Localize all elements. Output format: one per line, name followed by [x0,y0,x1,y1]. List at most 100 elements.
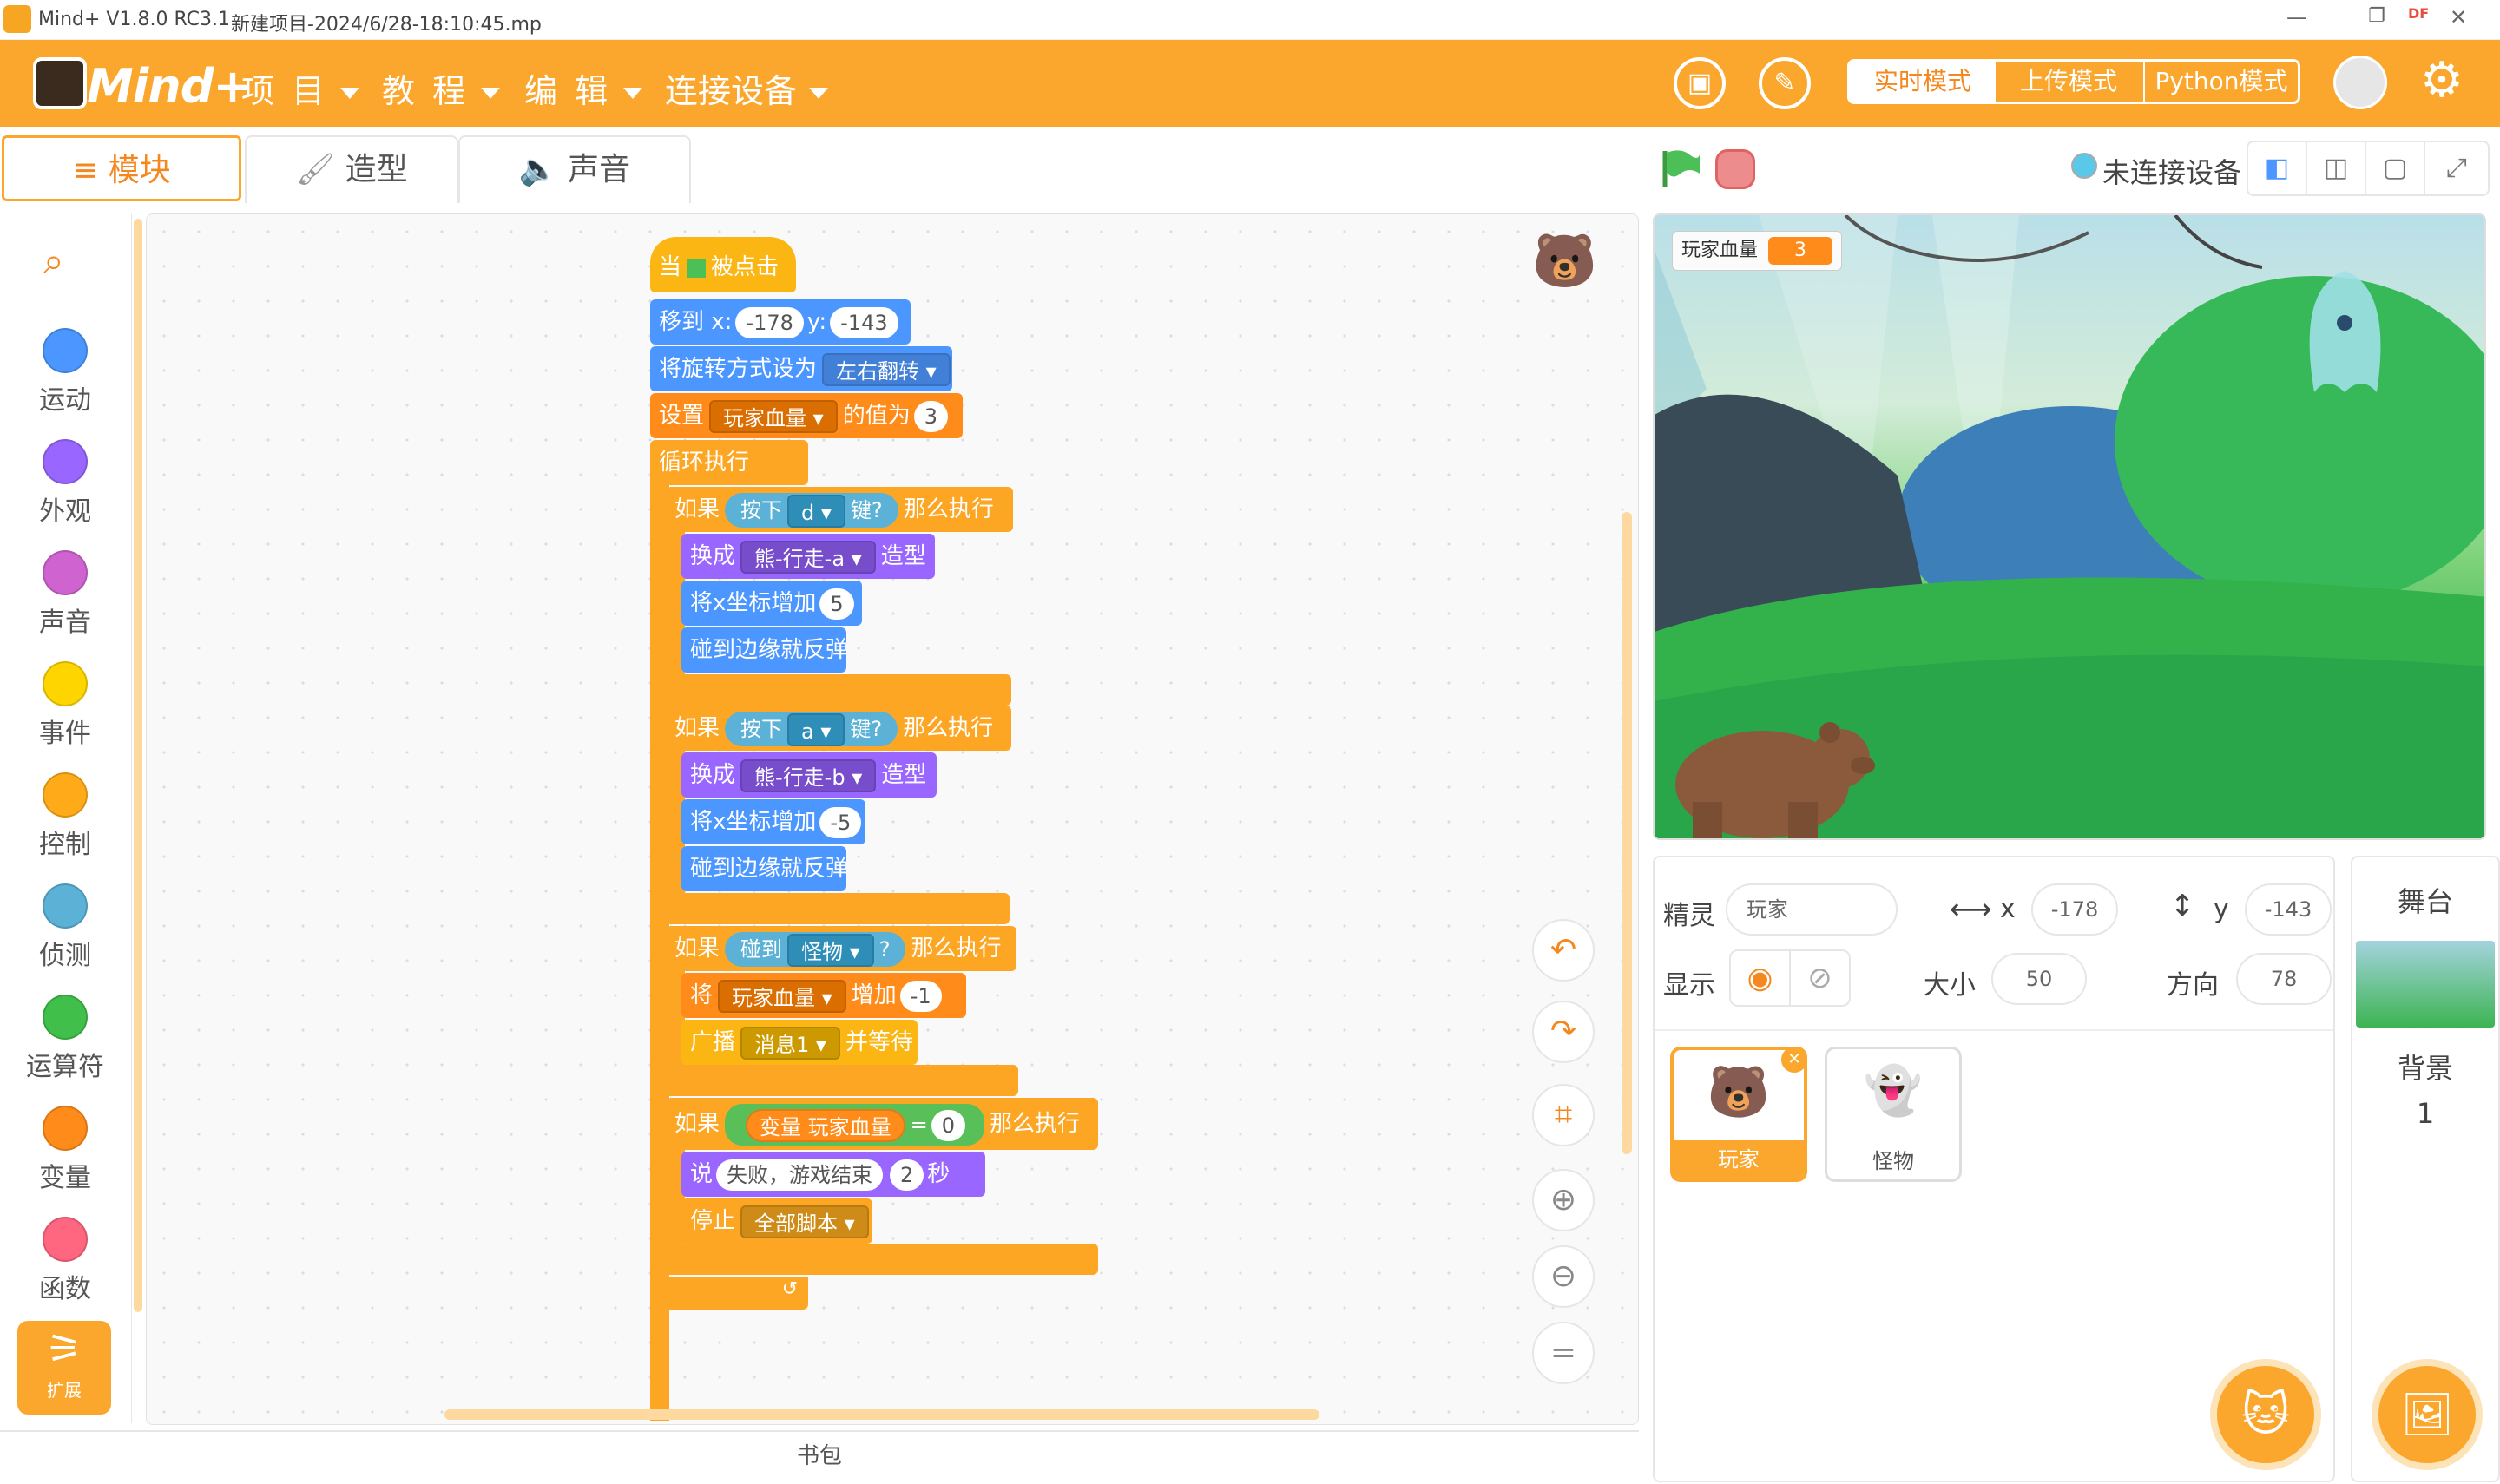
code-workspace[interactable]: 🐻 当被点击 移到 x: -178 y: -143 将旋转方式设为 左右翻转 ▾ 设置玩… [146,213,1639,1425]
change-variable-block[interactable]: 将玩家血量 ▾ 增加 -1 [681,973,966,1018]
zoom-in-icon[interactable]: ⊕ [1532,1169,1595,1231]
key-dropdown[interactable]: d ▾ [787,494,845,528]
add-sprite-button[interactable]: 🐱 [2210,1359,2321,1470]
eye-off-icon[interactable]: ⊘ [1791,951,1849,1005]
monster-sprite[interactable] [2297,253,2392,401]
y-input[interactable]: -143 [2245,883,2332,936]
workspace-vertical-scrollbar[interactable] [1622,512,1632,1154]
minimize-icon[interactable]: — [2280,5,2314,30]
mode-realtime[interactable]: 实时模式 [1850,62,1996,102]
backpack-bar[interactable]: 书包 [0,1430,1639,1482]
close-icon[interactable]: ✕ [2441,5,2476,30]
compare-input[interactable]: 0 [931,1109,966,1141]
object-dropdown[interactable]: 怪物 ▾ [787,933,874,967]
add-backdrop-button[interactable]: 🖼 [2372,1359,2483,1470]
if-key-d-block[interactable]: 如果 按下 d ▾ 键? 那么执行 [666,487,1013,532]
zoom-reset-icon[interactable]: = [1532,1322,1595,1384]
undo-icon[interactable]: ↶ [1532,919,1595,982]
large-stage-icon[interactable]: ▢ [2366,142,2425,194]
category-sound[interactable]: 声音 [0,550,130,639]
when-flag-clicked-block[interactable]: 当被点击 [650,237,796,292]
delete-sprite-icon[interactable]: ✕ [1781,1047,1807,1073]
category-variables[interactable]: 变量 [0,1106,130,1194]
category-motion[interactable]: 运动 [0,328,130,417]
y-input[interactable]: -143 [830,306,898,338]
switch-costume-a-block[interactable]: 换成 熊-行走-a ▾ 造型 [681,534,935,579]
tab-blocks[interactable]: ≡ 模块 [2,135,241,201]
key-dropdown[interactable]: a ▾ [787,712,845,746]
mode-python[interactable]: Python模式 [2143,62,2298,102]
say-text-input[interactable]: 失败，游戏结束 [716,1159,884,1191]
sprite-name-input[interactable]: 玩家 [1726,883,1898,936]
category-operators[interactable]: 运算符 [0,995,130,1083]
menu-tutorial[interactable]: 教 程 [382,64,501,112]
fullscreen-icon[interactable]: ⤢ [2425,142,2488,194]
variable-dropdown[interactable]: 玩家血量 ▾ [709,399,838,433]
switch-costume-b-block[interactable]: 换成 熊-行走-b ▾ 造型 [681,752,937,798]
x-input[interactable]: -178 [735,306,804,338]
set-rotation-style-block[interactable]: 将旋转方式设为 左右翻转 ▾ [650,346,952,391]
dx-input[interactable]: -5 [819,806,862,838]
rotation-dropdown[interactable]: 左右翻转 ▾ [822,352,951,386]
if-touching-block[interactable]: 如果 碰到 怪物 ▾? 那么执行 [666,926,1016,971]
dx-input[interactable]: 5 [819,588,854,620]
user-avatar[interactable] [2333,56,2387,109]
message-dropdown[interactable]: 消息1 ▾ [740,1026,840,1060]
extension-button[interactable]: ⚞ 扩展 [17,1321,111,1415]
menu-project[interactable]: 项 目 [241,64,360,112]
sprite-card-player[interactable]: 🐻 玩家 ✕ [1670,1047,1807,1182]
variable-monitor[interactable]: 玩家血量 3 [1672,231,1843,271]
key-pressed-condition[interactable]: 按下 a ▾ 键? [725,711,898,746]
course-icon[interactable]: ▣ [1674,57,1726,109]
goto-xy-block[interactable]: 移到 x: -178 y: -143 [650,299,911,345]
say-for-secs-block[interactable]: 说失败，游戏结束 2 秒 [681,1152,985,1197]
stop-dropdown[interactable]: 全部脚本 ▾ [740,1205,869,1238]
restore-icon[interactable]: ❐ [2359,5,2394,27]
category-functions[interactable]: 函数 [0,1217,130,1305]
split-stage-icon[interactable]: ◫ [2307,142,2366,194]
forever-block[interactable]: 循环执行 [650,440,808,485]
category-looks[interactable]: 外观 [0,439,130,528]
green-flag-icon[interactable] [1658,148,1703,189]
x-input[interactable]: -178 [2031,883,2118,936]
menu-connect-device[interactable]: 连接设备 [665,64,829,112]
broadcast-and-wait-block[interactable]: 广播 消息1 ▾ 并等待 [681,1020,918,1065]
variable-reporter[interactable]: 变量 玩家血量 [746,1108,905,1142]
tab-costumes[interactable]: 🖌 造型 [245,135,458,203]
bounce-on-edge-block[interactable]: 碰到边缘就反弹 [681,627,848,673]
variable-dropdown[interactable]: 玩家血量 ▾ [718,979,846,1013]
sprite-card-monster[interactable]: 👻 怪物 [1825,1047,1962,1182]
costume-dropdown[interactable]: 熊-行走-a ▾ [740,540,876,574]
category-control[interactable]: 控制 [0,772,130,861]
change-x-block[interactable]: 将x坐标增加 5 [681,581,862,626]
stage-panel[interactable]: 舞台 背景 1 🖼 [2351,856,2500,1482]
eye-icon[interactable]: ◉ [1731,951,1791,1005]
value-input[interactable]: 3 [913,400,948,432]
stage-canvas[interactable]: 玩家血量 3 [1653,213,2486,840]
set-variable-block[interactable]: 设置 玩家血量 ▾ 的值为 3 [650,393,963,438]
change-x-block[interactable]: 将x坐标增加 -5 [681,799,865,844]
direction-input[interactable]: 78 [2236,953,2332,1005]
size-input[interactable]: 50 [1991,953,2087,1005]
costume-dropdown[interactable]: 熊-行走-b ▾ [740,758,877,792]
change-value-input[interactable]: -1 [899,980,942,1012]
stop-block[interactable]: 停止 全部脚本 ▾ [681,1198,872,1244]
equals-operator[interactable]: 变量 玩家血量 = 0 [725,1103,985,1146]
secs-input[interactable]: 2 [890,1159,924,1191]
gear-icon[interactable]: ⚙ [2415,54,2469,108]
menu-edit[interactable]: 编 辑 [524,64,643,112]
edit-note-icon[interactable]: ✎ [1759,57,1811,109]
if-key-a-block[interactable]: 如果 按下 a ▾ 键? 那么执行 [666,706,1011,751]
redo-icon[interactable]: ↷ [1532,1001,1595,1063]
tab-sounds[interactable]: 🔈 声音 [458,135,691,203]
touching-condition[interactable]: 碰到 怪物 ▾? [725,931,906,967]
small-stage-icon[interactable]: ◧ [2248,142,2307,194]
search-icon[interactable]: ⌕ [43,240,64,283]
bear-sprite[interactable] [1667,698,1875,838]
workspace-horizontal-scrollbar[interactable] [444,1409,1319,1420]
key-pressed-condition[interactable]: 按下 d ▾ 键? [725,492,898,528]
zoom-out-icon[interactable]: ⊖ [1532,1245,1595,1308]
crop-icon[interactable]: ⌗ [1532,1084,1595,1146]
mode-upload[interactable]: 上传模式 [1996,62,2141,102]
stop-icon[interactable] [1715,149,1755,189]
